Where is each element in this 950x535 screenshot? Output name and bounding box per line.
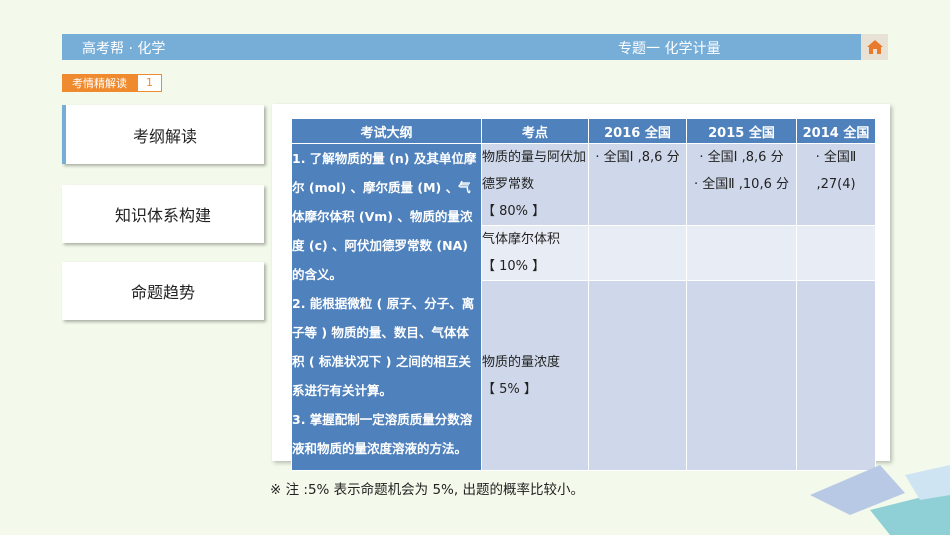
year-2014-cell xyxy=(796,280,876,471)
year-2014-cell: · 全国Ⅱ ,27(4) xyxy=(796,143,876,226)
sidebar-item-label: 命题趋势 xyxy=(130,283,195,302)
outline-item: 3. 掌握配制一定溶质质量分数溶液和物质的量浓度溶液的方法。 xyxy=(292,412,473,456)
header-bar: 高考帮 · 化学 专题一 化学计量 xyxy=(62,34,888,60)
home-button[interactable] xyxy=(861,34,888,60)
section-tag: 考情精解读 1 xyxy=(62,74,162,92)
syllabus-outline-cell: 1. 了解物质的量 (n) 及其单位摩尔 (mol) 、摩尔质量 (M) 、气体… xyxy=(291,143,482,471)
footnote: ※ 注 :5% 表示命题机会为 5%, 出题的概率比较小。 xyxy=(270,482,584,498)
outline-item: 1. 了解物质的量 (n) 及其单位摩尔 (mol) 、摩尔质量 (M) 、气体… xyxy=(292,151,477,282)
year-entry: · 全国Ⅱ ,27(4) xyxy=(815,150,857,192)
brand-title: 高考帮 · 化学 xyxy=(82,41,166,57)
year-2015-cell: · 全国Ⅰ ,8,6 分 · 全国Ⅱ ,10,6 分 xyxy=(686,143,797,226)
exam-point-cell: 物质的量浓度 【 5% 】 xyxy=(481,280,589,471)
table-row: 1. 了解物质的量 (n) 及其单位摩尔 (mol) 、摩尔质量 (M) 、气体… xyxy=(291,143,876,471)
column-header: 2015 全国 xyxy=(686,118,797,144)
sidebar-item-syllabus[interactable]: 考纲解读 xyxy=(62,105,264,164)
column-header: 2016 全国 xyxy=(588,118,687,144)
exam-point-label: 物质的量与阿伏加德罗常数 xyxy=(482,150,587,192)
exam-point-label: 气体摩尔体积 xyxy=(482,232,561,247)
sidebar-item-trends[interactable]: 命题趋势 xyxy=(62,262,264,320)
exam-point-weight: 【 5% 】 xyxy=(482,381,537,397)
year-entry: · 全国Ⅱ ,10,6 分 xyxy=(693,177,789,192)
year-2016-cell: · 全国Ⅰ ,8,6 分 xyxy=(588,143,687,226)
year-2016-cell xyxy=(588,225,687,281)
exam-point-weight: 【 10% 】 xyxy=(482,259,546,274)
year-entry: · 全国Ⅰ ,8,6 分 xyxy=(595,150,680,165)
table-header-row: 考试大纲 考点 2016 全国 2015 全国 2014 全国 xyxy=(291,118,876,144)
year-2014-cell xyxy=(796,225,876,281)
exam-point-weight: 【 80% 】 xyxy=(482,204,546,219)
exam-point-cell: 气体摩尔体积 【 10% 】 xyxy=(481,225,589,281)
exam-point-label: 物质的量浓度 xyxy=(482,354,561,370)
year-entry: · 全国Ⅰ ,8,6 分 xyxy=(699,150,784,165)
year-2015-cell xyxy=(686,225,797,281)
outline-item: 2. 能根据微粒 ( 原子、分子、离子等 ) 物质的量、数目、气体体积 ( 标准… xyxy=(292,296,475,398)
column-header: 考试大纲 xyxy=(291,118,482,144)
column-header: 考点 xyxy=(481,118,589,144)
decoration-shape xyxy=(810,465,950,535)
exam-point-cell: 物质的量与阿伏加德罗常数 【 80% 】 xyxy=(481,143,589,226)
year-2016-cell xyxy=(588,280,687,471)
topic-title: 专题一 化学计量 xyxy=(618,41,721,57)
sidebar-item-knowledge-system[interactable]: 知识体系构建 xyxy=(62,185,264,243)
column-header: 2014 全国 xyxy=(796,118,876,144)
sidebar-item-label: 知识体系构建 xyxy=(114,206,211,225)
section-label: 考情精解读 xyxy=(62,74,137,92)
year-2015-cell xyxy=(686,280,797,471)
exam-table: 考试大纲 考点 2016 全国 2015 全国 2014 全国 1. 了解物质的… xyxy=(291,118,876,471)
sidebar-item-label: 考纲解读 xyxy=(132,126,197,146)
home-icon xyxy=(866,40,883,54)
section-number: 1 xyxy=(137,74,162,92)
